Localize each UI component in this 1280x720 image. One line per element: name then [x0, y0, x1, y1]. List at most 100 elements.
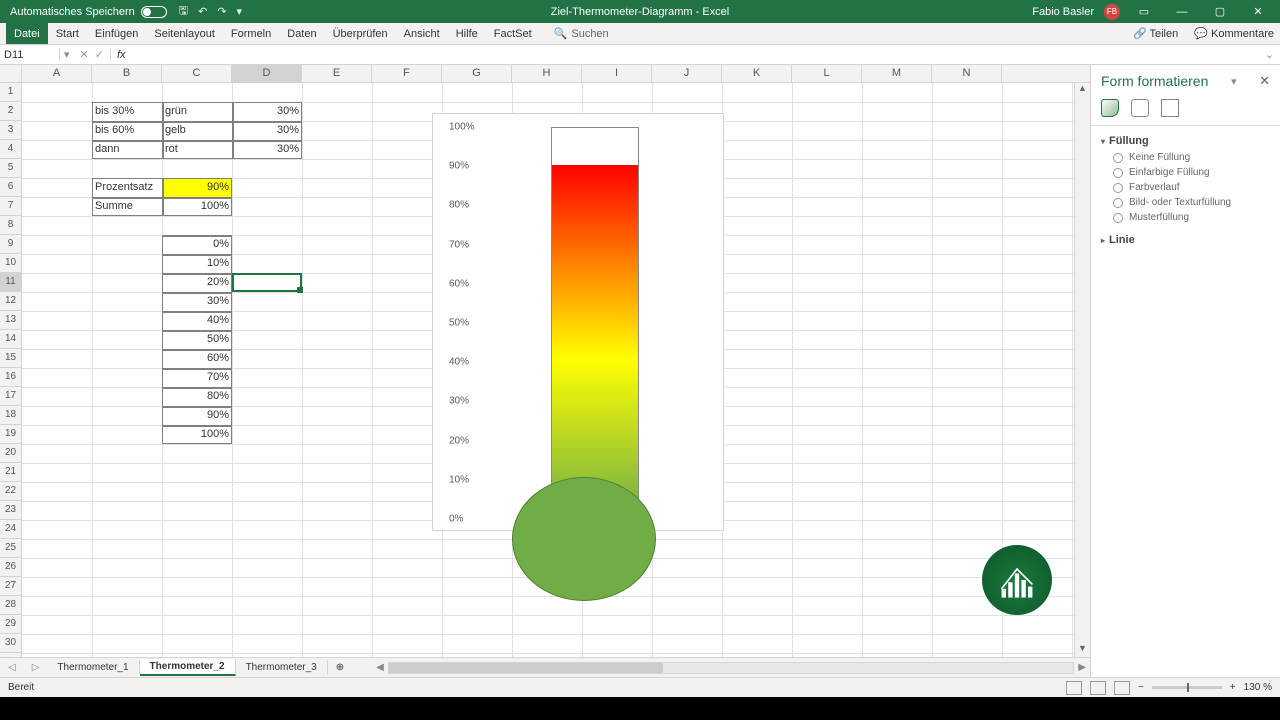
opt-no-fill[interactable]: Keine Füllung	[1101, 150, 1270, 165]
cell-C19[interactable]: 100%	[162, 425, 232, 444]
zoom-in-icon[interactable]: +	[1230, 682, 1236, 693]
opt-solid-fill[interactable]: Einfarbige Füllung	[1101, 165, 1270, 180]
row-11[interactable]: 11	[0, 273, 21, 292]
fill-line-icon[interactable]	[1101, 99, 1119, 117]
zoom-slider[interactable]	[1152, 686, 1222, 689]
row-5[interactable]: 5	[0, 159, 21, 178]
tab-ueberpruefen[interactable]: Überprüfen	[325, 23, 396, 44]
cell-D3[interactable]: 30%	[232, 121, 302, 140]
row-16[interactable]: 16	[0, 368, 21, 387]
redo-icon[interactable]: ↷	[217, 5, 226, 18]
col-K[interactable]: K	[722, 65, 792, 82]
cell-C2[interactable]: grün	[162, 102, 232, 121]
effects-icon[interactable]	[1131, 99, 1149, 117]
formula-input[interactable]	[132, 49, 1259, 61]
tab-daten[interactable]: Daten	[279, 23, 324, 44]
save-icon[interactable]: 🖫	[179, 2, 188, 21]
col-G[interactable]: G	[442, 65, 512, 82]
cell-B4[interactable]: dann	[92, 140, 162, 159]
cell-C13[interactable]: 40%	[162, 311, 232, 330]
col-L[interactable]: L	[792, 65, 862, 82]
col-M[interactable]: M	[862, 65, 932, 82]
cell-C17[interactable]: 80%	[162, 387, 232, 406]
cell-C6[interactable]: 90%	[162, 178, 232, 197]
user-name[interactable]: Fabio Basler	[1032, 6, 1094, 18]
row-30[interactable]: 30	[0, 634, 21, 653]
tell-me-search[interactable]: 🔍 Suchen	[554, 27, 609, 40]
cell-C14[interactable]: 50%	[162, 330, 232, 349]
row-26[interactable]: 26	[0, 558, 21, 577]
view-pagebreak-icon[interactable]	[1114, 681, 1130, 695]
cell-C15[interactable]: 60%	[162, 349, 232, 368]
autosave-toggle[interactable]: Automatisches Speichern	[0, 6, 167, 18]
row-12[interactable]: 12	[0, 292, 21, 311]
thermometer-bulb[interactable]	[512, 477, 656, 601]
cell-C16[interactable]: 70%	[162, 368, 232, 387]
row-3[interactable]: 3	[0, 121, 21, 140]
name-box[interactable]: D11	[0, 49, 60, 61]
row-19[interactable]: 19	[0, 425, 21, 444]
cell-B3[interactable]: bis 60%	[92, 121, 162, 140]
cell-D4[interactable]: 30%	[232, 140, 302, 159]
row-8[interactable]: 8	[0, 216, 21, 235]
row-28[interactable]: 28	[0, 596, 21, 615]
tab-datei[interactable]: Datei	[6, 23, 48, 44]
col-A[interactable]: A	[22, 65, 92, 82]
size-props-icon[interactable]	[1161, 99, 1179, 117]
row-20[interactable]: 20	[0, 444, 21, 463]
row-4[interactable]: 4	[0, 140, 21, 159]
sheet-tab-1[interactable]: Thermometer_1	[47, 660, 139, 675]
cell-C18[interactable]: 90%	[162, 406, 232, 425]
row-7[interactable]: 7	[0, 197, 21, 216]
row-24[interactable]: 24	[0, 520, 21, 539]
row-14[interactable]: 14	[0, 330, 21, 349]
row-17[interactable]: 17	[0, 387, 21, 406]
row-21[interactable]: 21	[0, 463, 21, 482]
qat-dropdown[interactable]: ▾	[237, 5, 243, 18]
tab-start[interactable]: Start	[48, 23, 87, 44]
enter-formula-icon[interactable]: ✓	[95, 48, 104, 61]
row-18[interactable]: 18	[0, 406, 21, 425]
expand-formula-icon[interactable]: ⌄	[1259, 48, 1280, 61]
row-9[interactable]: 9	[0, 235, 21, 254]
col-F[interactable]: F	[372, 65, 442, 82]
tab-formeln[interactable]: Formeln	[223, 23, 279, 44]
row-25[interactable]: 25	[0, 539, 21, 558]
comments-button[interactable]: 💬 Kommentare	[1194, 27, 1274, 40]
col-H[interactable]: H	[512, 65, 582, 82]
cell-grid[interactable]: bis 30% grün 30% bis 60% gelb 30% dann r…	[22, 83, 1074, 657]
ribbon-display-icon[interactable]: ▭	[1130, 5, 1158, 18]
col-C[interactable]: C	[162, 65, 232, 82]
zoom-out-icon[interactable]: −	[1138, 682, 1144, 693]
row-10[interactable]: 10	[0, 254, 21, 273]
select-all-corner[interactable]	[0, 65, 22, 82]
col-E[interactable]: E	[302, 65, 372, 82]
tab-ansicht[interactable]: Ansicht	[396, 23, 448, 44]
row-6[interactable]: 6	[0, 178, 21, 197]
sheet-nav-prev[interactable]: ◁	[0, 662, 24, 673]
col-N[interactable]: N	[932, 65, 1002, 82]
tab-seitenlayout[interactable]: Seitenlayout	[146, 23, 223, 44]
cell-B7[interactable]: Summe	[92, 197, 162, 216]
section-fill[interactable]: ▾Füllung	[1101, 132, 1270, 150]
section-line[interactable]: ▸Linie	[1101, 231, 1270, 249]
opt-gradient-fill[interactable]: Farbverlauf	[1101, 180, 1270, 195]
row-23[interactable]: 23	[0, 501, 21, 520]
row-2[interactable]: 2	[0, 102, 21, 121]
cell-D2[interactable]: 30%	[232, 102, 302, 121]
opt-pattern-fill[interactable]: Musterfüllung	[1101, 210, 1270, 225]
cell-C11[interactable]: 20%	[162, 273, 232, 292]
share-button[interactable]: 🔗 Teilen	[1133, 27, 1178, 40]
cell-C3[interactable]: gelb	[162, 121, 232, 140]
cell-C9[interactable]: 0%	[162, 235, 232, 254]
avatar[interactable]: FB	[1104, 4, 1120, 20]
row-15[interactable]: 15	[0, 349, 21, 368]
zoom-level[interactable]: 130 %	[1244, 682, 1272, 693]
tab-factset[interactable]: FactSet	[486, 23, 540, 44]
view-layout-icon[interactable]	[1090, 681, 1106, 695]
sheet-nav-next[interactable]: ▷	[24, 662, 48, 673]
horizontal-scrollbar[interactable]: ◀ ▶	[372, 661, 1090, 675]
tab-hilfe[interactable]: Hilfe	[448, 23, 486, 44]
row-29[interactable]: 29	[0, 615, 21, 634]
cell-C12[interactable]: 30%	[162, 292, 232, 311]
